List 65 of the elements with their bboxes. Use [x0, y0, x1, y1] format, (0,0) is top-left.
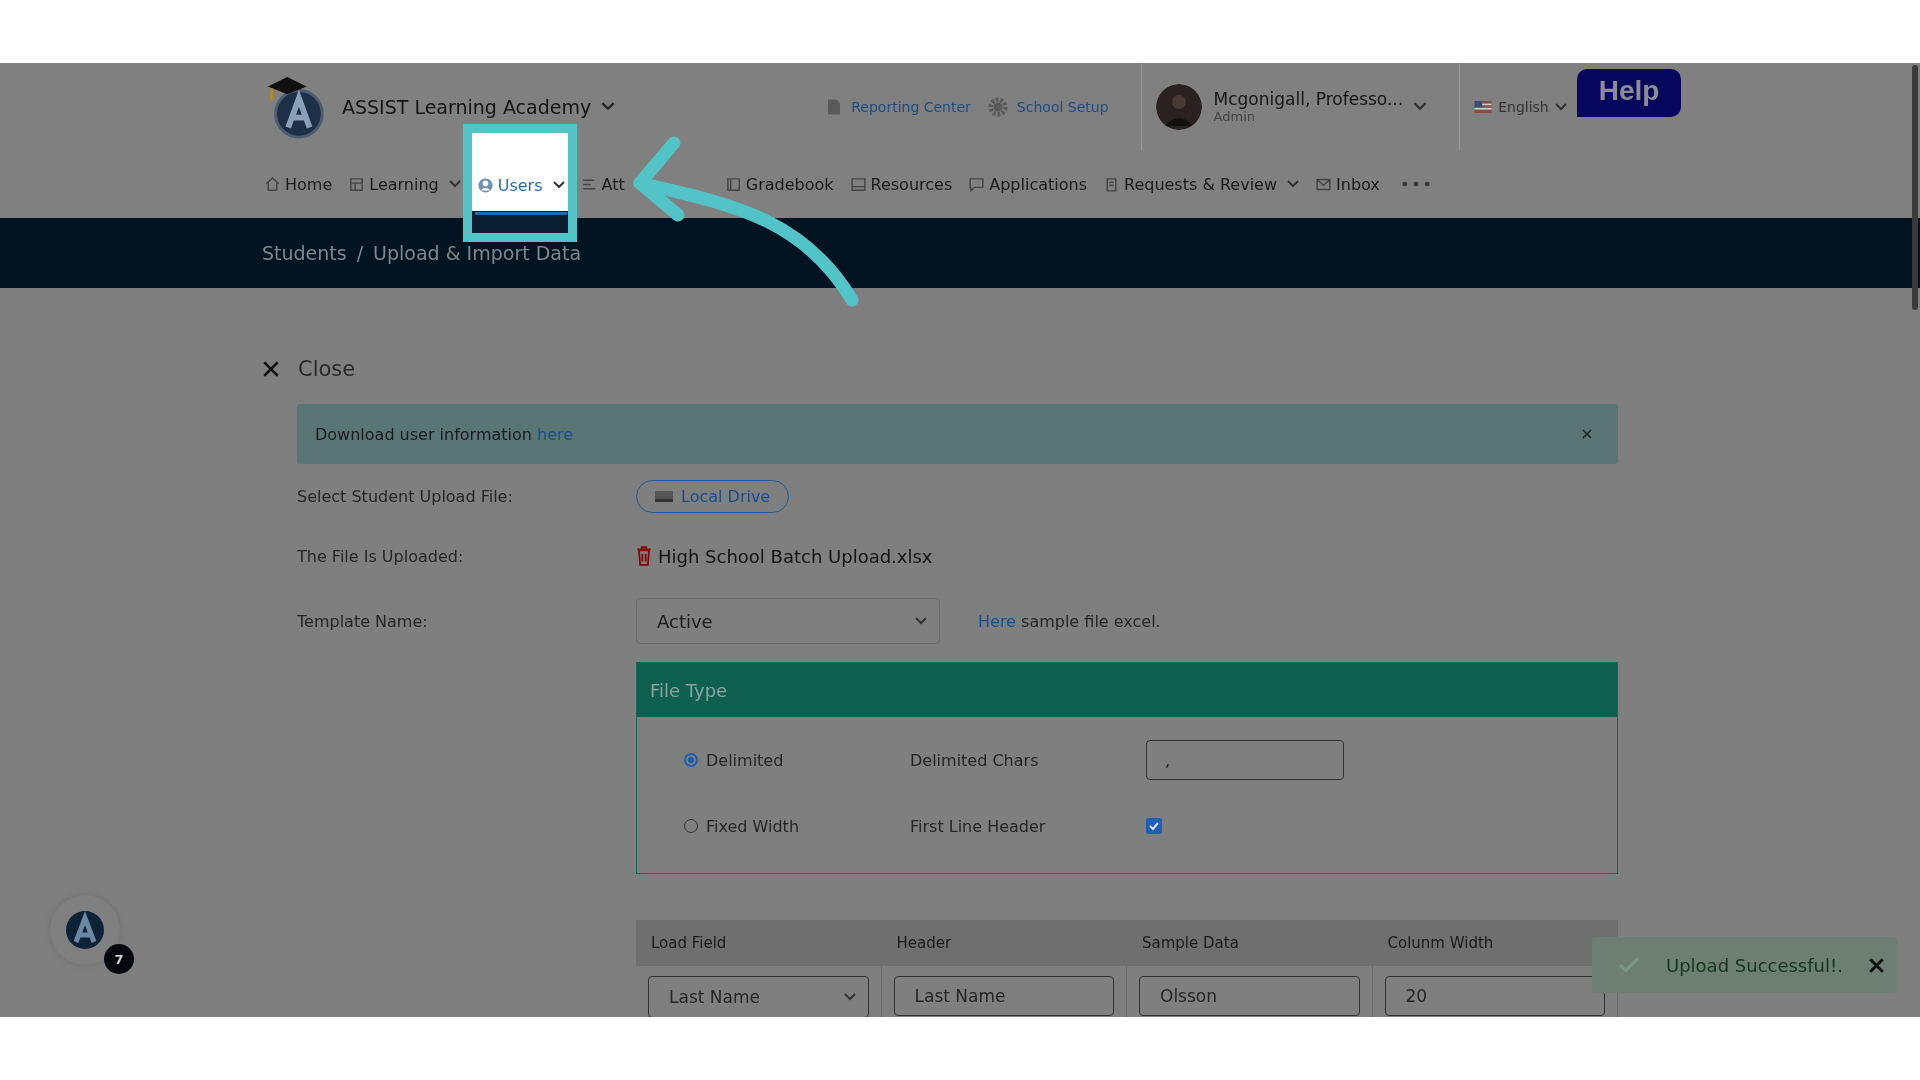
- field-label: Template Name:: [297, 611, 429, 631]
- chevron-icon: [843, 993, 856, 1001]
- tray-icon: [849, 175, 867, 193]
- school-name[interactable]: ASSIST Learning Academy: [342, 95, 592, 118]
- nav-tab[interactable]: Gradebook: [722, 174, 836, 194]
- sample-data-field[interactable]: Olsson: [1139, 976, 1360, 1016]
- close-icon[interactable]: [1868, 957, 1884, 973]
- drive-icon: [655, 489, 673, 503]
- field-label: Select Student Upload File:: [297, 486, 514, 506]
- nav-tab[interactable]: Applications: [966, 174, 1089, 194]
- close-icon[interactable]: [1582, 429, 1592, 439]
- column-header: Colunm Width: [1386, 934, 1495, 952]
- scrollbar[interactable]: [1912, 65, 1918, 310]
- close-icon: [262, 360, 280, 378]
- home-icon: [264, 175, 281, 193]
- chevron-icon[interactable]: [601, 102, 616, 111]
- settings-icon: [986, 95, 1009, 118]
- more-icon[interactable]: [1401, 181, 1430, 187]
- file-name: High School Batch Upload.xlsx: [658, 545, 933, 567]
- grid-icon: [348, 175, 366, 193]
- chevron-icon: [915, 617, 927, 625]
- trash-icon[interactable]: [636, 546, 652, 566]
- logo-icon: [65, 910, 105, 950]
- user-icon: [476, 176, 494, 194]
- book-icon: [724, 175, 742, 193]
- breadcrumb-item: Upload & Import Data: [373, 242, 582, 264]
- chevron-icon[interactable]: [1554, 102, 1567, 111]
- chat-icon: [968, 175, 986, 193]
- load-field-select[interactable]: Last Name: [648, 976, 869, 1017]
- radio-option[interactable]: Fixed Width: [684, 816, 910, 836]
- help-button[interactable]: Help: [1576, 69, 1682, 117]
- nav-tab[interactable]: Home: [262, 174, 335, 194]
- close-button[interactable]: Close: [262, 357, 356, 381]
- user-role: Admin: [1213, 109, 1256, 124]
- column-header: Load Field: [650, 934, 728, 952]
- column-header: Header: [895, 934, 953, 952]
- field-label: Delimited Chars: [910, 750, 1040, 770]
- nav-tab[interactable]: Att: [578, 174, 627, 194]
- nav-tab[interactable]: Users: [474, 153, 567, 215]
- panel-header: File Type: [637, 663, 1617, 717]
- breadcrumb-separator: /: [356, 242, 364, 264]
- checkbox[interactable]: [1146, 818, 1162, 834]
- nav-tab[interactable]: Resources: [847, 174, 955, 194]
- radio-option[interactable]: Delimited: [684, 750, 910, 770]
- flag-icon: [1474, 100, 1493, 113]
- school-setup-link[interactable]: School Setup: [986, 95, 1109, 118]
- nav-tab[interactable]: Learning: [346, 174, 463, 194]
- reporting-link[interactable]: Reporting Center: [825, 95, 971, 118]
- breadcrumb-item[interactable]: Students: [262, 242, 347, 264]
- toast-message: Upload Successful!.: [1666, 954, 1843, 976]
- sample-file-text: Here sample file excel.: [978, 611, 1161, 631]
- nav-tab[interactable]: Inbox: [1313, 174, 1382, 194]
- chevron-icon[interactable]: [1413, 102, 1428, 111]
- notification-badge: 7: [104, 944, 134, 974]
- template-select[interactable]: Active: [636, 598, 940, 644]
- alert-message: Download user information here: [315, 424, 574, 444]
- field-label: First Line Header: [910, 816, 1047, 836]
- column-header: Sample Data: [1141, 934, 1240, 952]
- nav-tab[interactable]: Requests & Review: [1101, 174, 1302, 194]
- user-name[interactable]: Mcgonigall, Professo...: [1213, 89, 1404, 109]
- field-label: The File Is Uploaded:: [297, 546, 465, 566]
- header-field[interactable]: Last Name: [893, 976, 1114, 1016]
- avatar[interactable]: [1155, 83, 1202, 130]
- language-selector[interactable]: English: [1498, 98, 1549, 115]
- delimiter-field[interactable]: ,: [1146, 740, 1344, 780]
